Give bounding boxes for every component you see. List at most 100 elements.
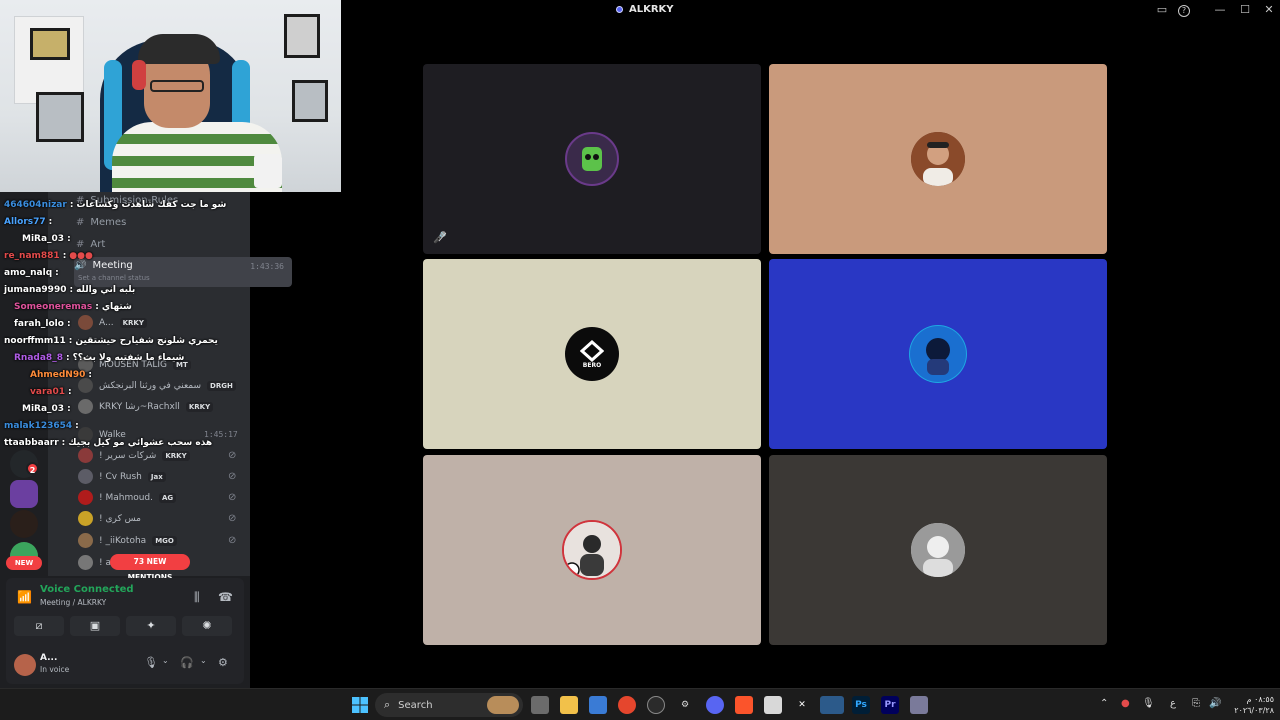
participant-photo-icon	[911, 523, 965, 577]
close-button[interactable]: ✕	[1261, 3, 1277, 16]
video-tile[interactable]	[769, 64, 1107, 254]
participant-avatar	[562, 520, 622, 580]
chat-message: MiRa_03:	[22, 404, 71, 414]
video-tile[interactable]	[423, 455, 761, 645]
bandana	[138, 34, 220, 64]
chat-message: noorffmm11: يحمري شلونج شفيارح حيشتقين	[4, 336, 218, 346]
voice-user[interactable]: ! _iiKotoha MGO ⊘	[78, 530, 236, 551]
brave-icon[interactable]	[735, 696, 753, 714]
voice-user[interactable]: ! شركات سرير KRKY ⊘	[78, 445, 236, 466]
search-icon: ⌕	[384, 698, 391, 711]
webcam-feed	[0, 0, 341, 192]
voice-user[interactable]: ! Cv Rush Jax ⊘	[78, 466, 236, 487]
award-plaque	[36, 92, 84, 142]
help-icon[interactable]: ?	[1178, 5, 1190, 17]
taskbar-search[interactable]: ⌕ Search	[375, 693, 523, 717]
chat-message: 464604nizar: شو ما جت كفك شاهدت وكساعات	[4, 200, 227, 210]
user-panel: A... In voice 🎙 ⌄ 🎧 ⌄ ⚙	[6, 642, 244, 684]
app-icon[interactable]	[764, 696, 782, 714]
photoshop-icon[interactable]: Ps	[852, 696, 870, 714]
voice-user[interactable]: ! Mahmoud. AG ⊘	[78, 487, 236, 508]
award-plaque	[30, 28, 70, 60]
chrome-icon[interactable]	[618, 696, 636, 714]
muted-icon: ⊘	[228, 450, 237, 461]
server-badge: 2	[26, 462, 39, 475]
chat-message: Allors77:	[4, 217, 53, 227]
participant-photo-icon	[564, 522, 620, 578]
microphone-icon[interactable]: 🎙	[144, 656, 158, 669]
network-icon[interactable]: ⎘	[1192, 698, 1200, 709]
steam-icon[interactable]: ⚙	[676, 696, 694, 714]
voice-channel-path[interactable]: Meeting / ALKRKY	[40, 598, 106, 607]
obs-icon[interactable]	[647, 696, 665, 714]
chat-message: MiRa_03:	[22, 234, 71, 244]
participant-logo-icon	[582, 147, 602, 171]
signal-icon[interactable]: 📶	[17, 590, 32, 604]
task-view-icon[interactable]	[531, 696, 549, 714]
avatar[interactable]	[14, 654, 36, 676]
muted-icon: 🎤̸	[433, 231, 447, 244]
voice-user[interactable]: ! مس كرى ⊘	[78, 508, 236, 529]
new-mentions-pill[interactable]: 73 NEW MENTIONS	[110, 554, 190, 582]
anime-avatar-icon	[910, 326, 966, 382]
minimize-button[interactable]: —	[1212, 3, 1228, 16]
avatar	[78, 490, 93, 505]
capcut-icon[interactable]: ✕	[793, 696, 811, 714]
username[interactable]: A...	[40, 653, 57, 663]
disconnect-icon[interactable]: ☎	[218, 590, 233, 604]
voice-user[interactable]: ! a	[78, 552, 111, 573]
taskbar-clock[interactable]: ٠٨:٥٥ م ٢٠٢٦/٠٣/٢٨	[1232, 694, 1274, 716]
chat-message: AhmedN90:	[30, 370, 92, 380]
volume-icon[interactable]: 🔊	[1209, 698, 1221, 709]
noise-suppression-icon[interactable]: ⫼	[194, 590, 200, 605]
muted-icon: ⊘	[228, 513, 237, 524]
video-tile[interactable]: 🎤̸	[423, 64, 761, 254]
cast-icon[interactable]: ▭	[1154, 3, 1170, 16]
activities-button[interactable]: ✦	[126, 616, 176, 636]
windows-start-icon[interactable]	[351, 696, 369, 714]
discord-icon[interactable]	[706, 696, 724, 714]
soundboard-button[interactable]: ✺	[182, 616, 232, 636]
chevron-up-icon[interactable]: ⌃	[1100, 698, 1108, 709]
stream-chat-overlay: 464604nizar: شو ما جت كفك شاهدت وكساعات A…	[0, 192, 250, 448]
chat-message: amo_nalq:	[4, 268, 59, 278]
language-indicator[interactable]: ع	[1170, 698, 1176, 709]
video-tile[interactable]	[769, 259, 1107, 449]
headphones-icon[interactable]: 🎧	[180, 656, 194, 669]
gear-icon[interactable]: ⚙	[218, 656, 228, 669]
muted-icon: ⊘	[228, 535, 237, 546]
camera-off-icon: ⧄	[35, 619, 43, 632]
steam-active-icon[interactable]	[820, 696, 844, 714]
avatar	[78, 469, 93, 484]
glasses	[150, 80, 204, 92]
tray-app-icon[interactable]: ●	[1121, 698, 1130, 709]
maximize-button[interactable]: ☐	[1237, 3, 1253, 16]
video-tile[interactable]: BERO	[423, 259, 761, 449]
new-pill[interactable]: NEW	[6, 556, 42, 570]
chat-message: jumana9990: بلبه اني والله	[4, 285, 136, 295]
channel-timer: 1:43:36	[250, 262, 284, 271]
user-status: In voice	[40, 665, 70, 674]
avatar	[78, 533, 93, 548]
award-plaque	[284, 14, 320, 58]
voice-connected-panel: 📶 Voice Connected Meeting / ALKRKY ⫼ ☎ ⧄…	[6, 578, 244, 642]
server-icon[interactable]	[10, 480, 38, 508]
chat-message: ttaabbaarr: هذه سحب عشوائي مو كيل بجيك	[4, 438, 213, 448]
store-icon[interactable]	[589, 696, 607, 714]
activities-icon: ✦	[146, 619, 156, 632]
server-icon[interactable]	[10, 510, 38, 538]
voice-status[interactable]: Voice Connected	[40, 584, 134, 595]
microphone-icon[interactable]: 🎙	[1142, 698, 1155, 709]
muted-icon: ⊘	[228, 471, 237, 482]
chevron-down-icon[interactable]: ⌄	[200, 656, 207, 665]
avatar	[78, 555, 93, 570]
chevron-down-icon[interactable]: ⌄	[162, 656, 169, 665]
video-tile[interactable]	[769, 455, 1107, 645]
file-explorer-icon[interactable]	[560, 696, 578, 714]
premiere-icon[interactable]: Pr	[881, 696, 899, 714]
chat-message: Someoneremas: شتهاي	[14, 302, 132, 312]
camera-off-button[interactable]: ⧄	[14, 616, 64, 636]
participant-photo-icon	[911, 132, 965, 186]
screen-share-button[interactable]: ▣	[70, 616, 120, 636]
app-icon[interactable]	[910, 696, 928, 714]
